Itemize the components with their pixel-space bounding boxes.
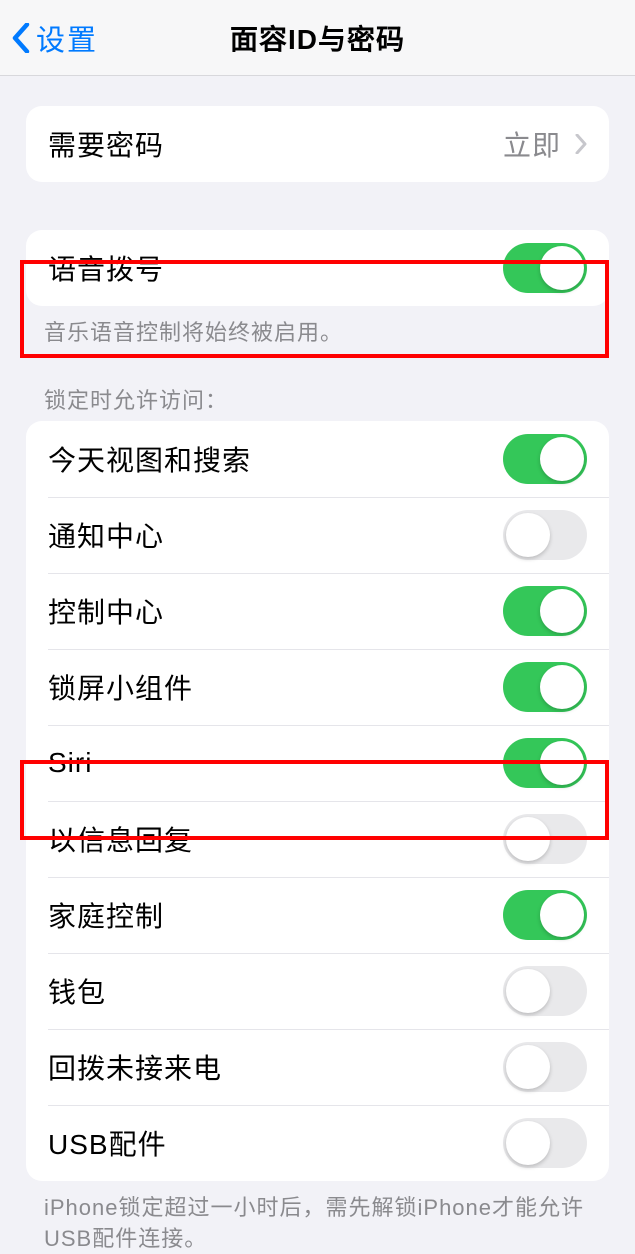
access-toggle[interactable] [503, 662, 587, 712]
access-toggle[interactable] [503, 890, 587, 940]
access-row-label: 钱包 [48, 971, 106, 1011]
access-row: 钱包 [26, 953, 609, 1029]
access-row: 通知中心 [26, 497, 609, 573]
require-passcode-group: 需要密码 立即 [26, 106, 609, 182]
access-row: USB配件 [26, 1105, 609, 1181]
access-row: Siri [26, 725, 609, 801]
voice-dial-row: 语音拨号 [26, 230, 609, 306]
require-passcode-label: 需要密码 [48, 124, 164, 164]
require-passcode-row[interactable]: 需要密码 立即 [26, 106, 609, 182]
access-row-label: 回拨未接来电 [48, 1047, 222, 1087]
chevron-left-icon [12, 23, 30, 53]
access-row: 以信息回复 [26, 801, 609, 877]
access-toggle[interactable] [503, 1118, 587, 1168]
access-row: 家庭控制 [26, 877, 609, 953]
access-toggle[interactable] [503, 966, 587, 1016]
allow-access-group: 今天视图和搜索通知中心控制中心锁屏小组件 Siri 以信息回复家庭控制钱包回拨未接来… [26, 421, 609, 1181]
chevron-right-icon [575, 134, 587, 154]
back-button[interactable]: 设置 [12, 17, 98, 59]
page-title: 面容ID与密码 [230, 18, 405, 58]
access-row: 控制中心 [26, 573, 609, 649]
voice-dial-label: 语音拨号 [48, 248, 164, 288]
access-toggle[interactable] [503, 434, 587, 484]
access-toggle[interactable] [503, 510, 587, 560]
access-row: 今天视图和搜索 [26, 421, 609, 497]
require-passcode-value: 立即 [503, 124, 587, 164]
access-row-label: 以信息回复 [48, 819, 193, 859]
access-row: 锁屏小组件 [26, 649, 609, 725]
allow-access-header: 锁定时允许访问： [0, 349, 635, 421]
voice-dial-toggle[interactable] [503, 243, 587, 293]
back-label: 设置 [36, 17, 98, 59]
access-row-label: 控制中心 [48, 591, 164, 631]
usb-footer: iPhone锁定超过一小时后，需先解锁iPhone才能允许USB配件连接。 [0, 1181, 635, 1254]
access-toggle[interactable] [503, 814, 587, 864]
access-toggle[interactable] [503, 1042, 587, 1092]
access-row: 回拨未接来电 [26, 1029, 609, 1105]
navigation-bar: 设置 面容ID与密码 [0, 0, 635, 76]
access-row-label: 家庭控制 [48, 895, 164, 935]
access-row-label: 今天视图和搜索 [48, 439, 251, 479]
access-row-label: 通知中心 [48, 515, 164, 555]
access-row-label: Siri [48, 747, 92, 779]
access-row-label: USB配件 [48, 1123, 167, 1163]
access-toggle[interactable] [503, 738, 587, 788]
access-row-label: 锁屏小组件 [48, 667, 193, 707]
voice-dial-footer: 音乐语音控制将始终被启用。 [0, 306, 635, 349]
access-toggle[interactable] [503, 586, 587, 636]
